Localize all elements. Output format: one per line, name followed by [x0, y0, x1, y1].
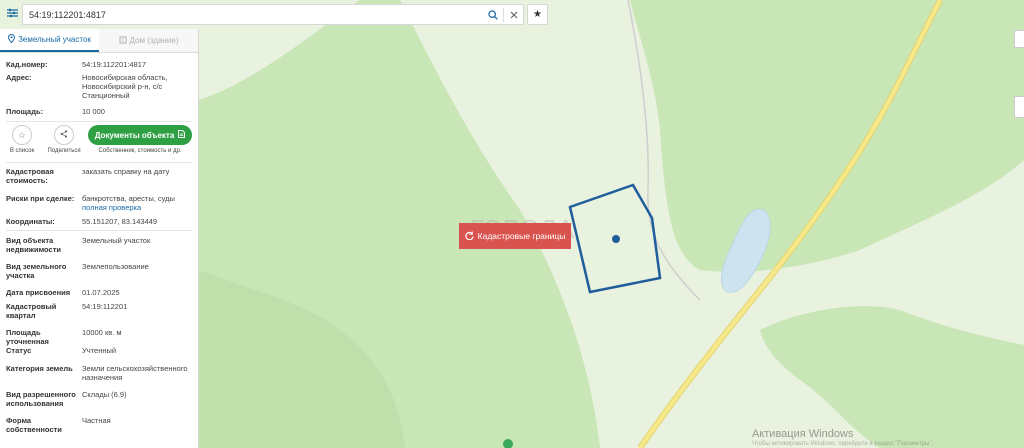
sliders-icon [6, 8, 18, 20]
tab-building-label: Дом (здание) [129, 36, 179, 45]
tab-land-plot[interactable]: Земельный участок [0, 29, 99, 52]
share-action[interactable]: Поделиться [47, 122, 81, 162]
field-value: 55.151207, 83.143449 [82, 217, 158, 226]
map-zoom-control[interactable] [1014, 96, 1024, 118]
field-label: Площадь: [6, 107, 44, 116]
field-value: Земли сельскохозяйственного назначения [82, 364, 188, 382]
map-pin-icon [8, 33, 16, 45]
field-label: Кад.номер: [6, 60, 48, 69]
field-label: Кадастровая стоимость: [6, 167, 54, 185]
field-value: Земельный участок [82, 236, 151, 245]
field-value: Землепользование [82, 262, 149, 271]
field-value: Учтенный [82, 346, 117, 355]
field-address: Адрес: Новосибирская область, Новосибирс… [0, 73, 198, 100]
field-cadastral-cost: Кадастровая стоимость: заказать справку … [0, 167, 198, 185]
field-coordinates: Координаты: 55.151207, 83.143449 [0, 217, 198, 226]
field-assign-date: Дата присвоения 01.07.2025 [0, 288, 198, 302]
risks-value-group: банкротства, аресты, суды полная проверк… [82, 194, 192, 212]
field-status: Статус Учтенный [0, 346, 198, 364]
field-label: Статус [6, 346, 32, 355]
field-label: Координаты: [6, 217, 55, 226]
field-object-type: Вид объекта недвижимости Земельный участ… [0, 236, 198, 262]
building-icon [119, 36, 127, 46]
details-list: Вид объекта недвижимости Земельный участ… [0, 236, 198, 442]
field-label: Площадь уточненная [6, 328, 49, 346]
field-land-category: Категория земель Земли сельскохозяйствен… [0, 364, 198, 390]
parcel-center-marker [612, 235, 620, 243]
refresh-icon [465, 230, 474, 242]
cadastral-boundaries-button[interactable]: Кадастровые границы [459, 223, 571, 249]
field-ownership: Форма собственности Частная [0, 416, 198, 442]
field-label: Адрес: [6, 73, 32, 82]
search-input[interactable] [29, 7, 469, 23]
search-box [22, 4, 524, 25]
clear-icon[interactable] [507, 8, 521, 22]
search-divider [503, 8, 504, 22]
object-documents-button[interactable]: Документы объекта [88, 125, 192, 145]
field-value: Частная [82, 416, 111, 425]
search-icon[interactable] [486, 8, 500, 22]
menu-button[interactable] [4, 6, 20, 22]
field-value: 01.07.2025 [82, 288, 120, 297]
field-value: 54:19:112201 [82, 302, 128, 311]
field-label: Вид объекта недвижимости [6, 236, 61, 254]
info-panel: Земельный участок Дом (здание) Кад.номер… [0, 29, 199, 448]
add-to-list-action[interactable]: ☆ В список [6, 122, 38, 162]
field-risks: Риски при сделке: банкротства, аресты, с… [0, 194, 198, 212]
field-value: Склады (6.9) [82, 390, 127, 399]
field-label: Кадастровый квартал [6, 302, 57, 320]
top-bar: ★ [0, 0, 552, 29]
add-to-list-label: В список [9, 148, 35, 154]
panel-tabs: Земельный участок Дом (здание) [0, 29, 198, 53]
field-value: банкротства, аресты, суды [82, 194, 175, 203]
favorite-button[interactable]: ★ [527, 4, 548, 25]
cadastral-boundaries-label: Кадастровые границы [477, 231, 566, 241]
field-value: 10 000 [82, 107, 105, 116]
full-check-link[interactable]: полная проверка [82, 203, 192, 212]
document-icon [178, 130, 186, 140]
field-refined-area: Площадь уточненная 10000 кв. м [0, 328, 198, 346]
field-permitted-use: Вид разрешенного использования Склады (6… [0, 390, 198, 416]
field-cad-number: Кад.номер: 54:19:112201:4817 [0, 60, 198, 69]
field-area: Площадь: 10 000 [0, 107, 198, 116]
share-button[interactable] [54, 125, 74, 145]
field-label: Форма собственности [6, 416, 62, 434]
cad-number-link[interactable]: 54:19:112201:4817 [82, 60, 192, 69]
share-icon [60, 130, 68, 140]
share-label: Поделиться [47, 148, 81, 154]
field-label: Категория земель [6, 364, 73, 373]
field-label: Дата присвоения [6, 288, 71, 297]
field-cad-quarter: Кадастровый квартал 54:19:112201 [0, 302, 198, 328]
object-documents-label: Документы объекта [94, 130, 175, 140]
windows-activation-sub: Чтобы активировать Windows, перейдите в … [752, 441, 934, 447]
map-layer-control[interactable] [1014, 30, 1024, 48]
windows-activation-title: Активация Windows [752, 428, 854, 440]
object-documents-subtitle: Собственник, стоимость и др. [98, 148, 182, 154]
field-label: Риски при сделке: [6, 194, 75, 203]
field-value: 10000 кв. м [82, 328, 122, 337]
add-to-list-button[interactable]: ☆ [12, 125, 32, 145]
field-label: Вид разрешенного использования [6, 390, 76, 408]
field-value: Новосибирская область, Новосибирский р-н… [82, 73, 168, 100]
tab-building[interactable]: Дом (здание) [99, 29, 198, 52]
order-certificate-link[interactable]: заказать справку на дату [82, 167, 192, 185]
star-icon: ★ [533, 9, 542, 20]
actions-row: ☆ В список Поделиться Документы объекта … [0, 122, 198, 162]
field-land-type: Вид земельного участка Землепользование [0, 262, 198, 288]
tab-land-plot-label: Земельный участок [18, 35, 91, 44]
star-outline-icon: ☆ [17, 129, 27, 140]
field-label: Вид земельного участка [6, 262, 67, 280]
